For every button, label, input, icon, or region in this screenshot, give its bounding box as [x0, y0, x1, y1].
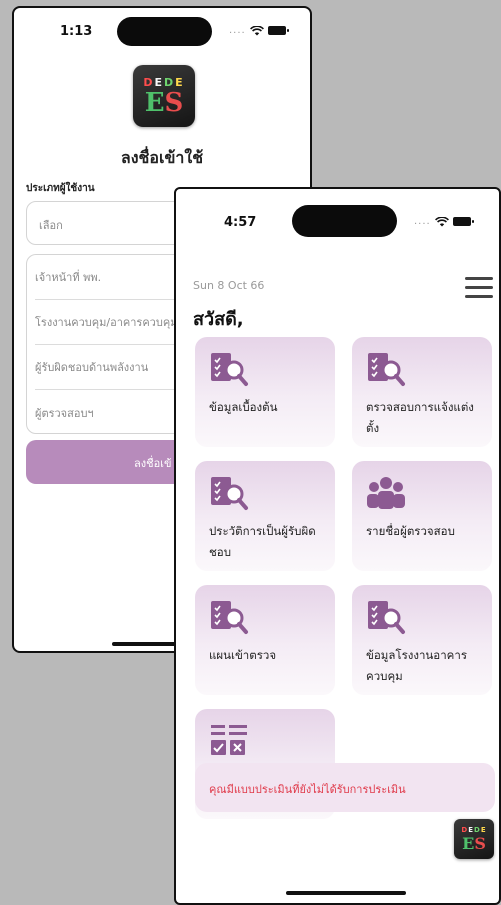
table-checklist-icon [211, 725, 247, 755]
home-indicator [286, 891, 406, 895]
status-icons: .... [229, 25, 289, 36]
signal-icon: .... [414, 216, 431, 227]
status-time: 4:57 [224, 215, 257, 230]
home-screen: 4:57 .... Sun 8 Oct 66 สวัสดี, ข้อมูลเบื… [174, 187, 501, 905]
signal-icon: .... [229, 25, 246, 36]
dynamic-island [292, 205, 397, 237]
status-time: 1:13 [60, 24, 93, 39]
document-search-icon [211, 601, 248, 634]
status-icons: .... [414, 216, 474, 227]
hamburger-menu-icon[interactable] [465, 277, 493, 303]
card-basic-info[interactable]: ข้อมูลเบื้องต้น [195, 337, 335, 447]
page-title: ลงชื่อเข้าใช้ [120, 148, 204, 167]
card-label: ตรวจสอบการแจ้งแต่งตั้ง [366, 400, 474, 435]
wifi-icon [249, 25, 264, 35]
card-appointment-check[interactable]: ตรวจสอบการแจ้งแต่งตั้ง [352, 337, 492, 447]
card-label: ประวัติการเป็นผู้รับผิดชอบ [209, 524, 316, 559]
app-logo: DEDE ES [133, 65, 195, 127]
card-factory-info[interactable]: ข้อมูลโรงงานอาคารควบคุม [352, 585, 492, 695]
document-search-icon [211, 353, 248, 386]
card-auditor-list[interactable]: รายชื่อผู้ตรวจสอบ [352, 461, 492, 571]
card-label: แผนเข้าตรวจ [209, 648, 277, 662]
date-label: Sun 8 Oct 66 [193, 279, 265, 292]
battery-icon [267, 26, 289, 35]
battery-icon [452, 217, 474, 226]
wifi-icon [434, 216, 449, 226]
card-inspection-plan[interactable]: แผนเข้าตรวจ [195, 585, 335, 695]
status-bar: 1:13 .... [14, 8, 310, 56]
status-bar: 4:57 .... [176, 189, 499, 237]
document-search-icon [368, 601, 405, 634]
document-search-icon [211, 477, 248, 510]
card-label: รายชื่อผู้ตรวจสอบ [366, 524, 455, 538]
dynamic-island [117, 17, 212, 46]
app-logo: DEDE ES [454, 819, 494, 859]
user-type-label: ประเภทผู้ใช้งาน [26, 183, 95, 194]
greeting: สวัสดี, [193, 309, 244, 330]
people-icon [367, 477, 405, 509]
card-label: ข้อมูลโรงงานอาคารควบคุม [366, 648, 467, 683]
card-label: ข้อมูลเบื้องต้น [209, 400, 278, 414]
document-search-icon [368, 353, 405, 386]
card-responsibility-history[interactable]: ประวัติการเป็นผู้รับผิดชอบ [195, 461, 335, 571]
pending-assessment-banner[interactable]: คุณมีแบบประเมินที่ยังไม่ได้รับการประเมิน [195, 763, 495, 812]
